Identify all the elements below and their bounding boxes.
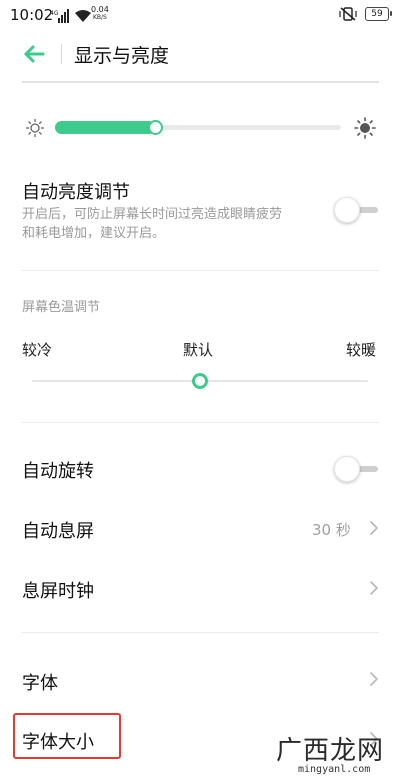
battery-icon: 59 bbox=[365, 7, 392, 21]
watermark-url: mingyanl.com bbox=[298, 764, 371, 775]
color-temp-section-label: 屏幕色温调节 bbox=[22, 300, 101, 315]
brightness-slider[interactable] bbox=[55, 120, 341, 135]
auto-rotate-title: 自动旋转 bbox=[22, 461, 94, 482]
auto-brightness-title: 自动亮度调节 bbox=[22, 182, 130, 203]
status-left-icons: 4G bbox=[50, 8, 92, 24]
auto-brightness-toggle[interactable] bbox=[334, 197, 380, 223]
back-arrow-icon[interactable] bbox=[22, 42, 46, 66]
toggle-knob bbox=[334, 456, 360, 482]
color-temp-slider-thumb[interactable] bbox=[192, 373, 208, 389]
net-speed-value: 0.04 bbox=[91, 5, 109, 14]
auto-brightness-desc-line2: 和耗电增加，建议开启。 bbox=[22, 226, 166, 241]
page-title: 显示与亮度 bbox=[74, 45, 170, 67]
color-temp-slider[interactable] bbox=[32, 373, 368, 389]
brightness-slider-thumb[interactable] bbox=[148, 120, 164, 135]
signal-icon: 4G bbox=[50, 9, 69, 23]
net-speed: 0.04 KB/S bbox=[91, 6, 109, 22]
font-size-highlight-box bbox=[13, 713, 121, 759]
color-temp-default-label: 默认 bbox=[183, 341, 214, 359]
status-right-icons: 59 bbox=[339, 7, 392, 21]
status-time: 10:02 bbox=[10, 6, 54, 24]
divider bbox=[22, 422, 379, 423]
mute-vibrate-icon bbox=[339, 7, 357, 21]
divider bbox=[22, 632, 379, 633]
screen-timeout-value: 30 秒 bbox=[312, 521, 351, 539]
auto-rotate-toggle[interactable] bbox=[334, 456, 380, 482]
header-divider bbox=[61, 44, 62, 64]
status-bar: 10:02 4G 0.04 KB/S 59 bbox=[0, 0, 401, 32]
brightness-row bbox=[0, 112, 401, 146]
header: 显示与亮度 bbox=[0, 32, 401, 78]
brightness-slider-fill bbox=[55, 121, 156, 134]
chevron-right-icon[interactable] bbox=[369, 580, 379, 596]
net-speed-unit: KB/S bbox=[92, 14, 107, 21]
sun-large-icon bbox=[354, 117, 376, 139]
screen-off-clock-title: 息屏时钟 bbox=[22, 581, 94, 602]
header-separator bbox=[22, 81, 379, 83]
auto-brightness-desc-line1: 开启后，可防止屏幕长时间过亮造成眼睛疲劳 bbox=[22, 207, 283, 222]
divider bbox=[22, 270, 379, 271]
screen-timeout-title: 自动息屏 bbox=[22, 521, 94, 542]
color-temp-cool-label: 较冷 bbox=[22, 341, 53, 359]
toggle-knob bbox=[334, 197, 360, 223]
battery-level: 59 bbox=[371, 9, 383, 19]
chevron-right-icon[interactable] bbox=[369, 671, 379, 687]
sun-small-icon bbox=[25, 118, 45, 138]
color-temp-warm-label: 较暖 bbox=[346, 341, 377, 359]
font-title: 字体 bbox=[22, 673, 58, 694]
wifi-icon bbox=[75, 10, 91, 22]
svg-text:4G: 4G bbox=[50, 10, 59, 17]
watermark: 广西龙网 mingyanl.com bbox=[268, 730, 398, 780]
watermark-text: 广西龙网 bbox=[276, 736, 385, 766]
chevron-right-icon[interactable] bbox=[369, 520, 379, 536]
